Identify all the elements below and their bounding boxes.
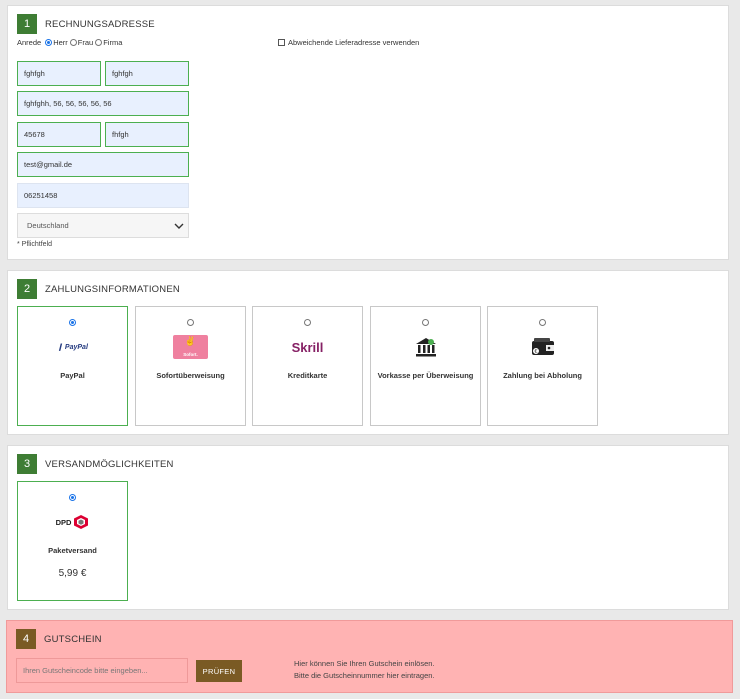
paypal-logo-text: PayPal [64, 344, 88, 351]
payment-label: Zahlung bei Abholung [503, 371, 582, 380]
country-value: Deutschland [27, 221, 69, 230]
step-number: 2 [17, 279, 37, 299]
payment-radio[interactable] [421, 319, 429, 326]
payment-option-sofort[interactable]: ✌ Sofort. Sofortüberweisung [135, 306, 246, 426]
skrill-logo: Skrill [253, 335, 362, 359]
alt-delivery-label: Abweichende Lieferadresse verwenden [288, 38, 420, 47]
skrill-logo-text: Skrill [291, 339, 324, 355]
section-title: RECHNUNGSADRESSE [45, 19, 155, 30]
street-field[interactable]: fghfghh, 56, 56, 56, 56, 56 [17, 91, 189, 116]
alt-delivery-option[interactable]: Abweichende Lieferadresse verwenden [278, 38, 419, 47]
section-title: ZAHLUNGSINFORMATIONEN [45, 284, 180, 295]
payment-radio[interactable] [186, 319, 194, 326]
payment-option-kreditkarte[interactable]: Skrill Kreditkarte [252, 306, 363, 426]
check-coupon-button[interactable]: PRÜFEN [196, 660, 242, 682]
payment-radio[interactable] [68, 319, 76, 326]
payment-radio[interactable] [538, 319, 546, 326]
salutation-radio-frau[interactable] [69, 39, 77, 46]
dpd-logo-text: DPD [55, 517, 72, 527]
payment-radio[interactable] [303, 319, 311, 326]
payment-label: Sofortüberweisung [156, 371, 225, 380]
section-title: VERSANDMÖGLICHKEITEN [45, 459, 174, 470]
salutation-radio-firma[interactable] [95, 39, 103, 46]
dpd-logo: DPD [18, 510, 127, 534]
payment-option-abholung[interactable]: € Zahlung bei Abholung [487, 306, 598, 426]
section-title: GUTSCHEIN [44, 634, 102, 645]
payment-section: 2 ZAHLUNGSINFORMATIONEN ❙ PayPal PayPal … [7, 270, 729, 435]
shipping-section: 3 VERSANDMÖGLICHKEITEN DPD Paketversand … [7, 445, 729, 610]
step-number: 1 [17, 14, 37, 34]
salutation-option-frau: Frau [77, 38, 94, 47]
payment-label: PayPal [60, 371, 85, 380]
coupon-code-input[interactable]: Ihren Gutscheincode bitte eingeben... [16, 658, 188, 683]
salutation-radio-herr[interactable] [45, 39, 53, 46]
shipping-price: 5,99 € [58, 568, 87, 579]
required-note: * Pflichtfeld [17, 241, 53, 248]
payment-option-vorkasse[interactable]: Vorkasse per Überweisung [370, 306, 481, 426]
salutation-group: Anrede Herr Frau Firma [17, 38, 122, 47]
payment-label: Vorkasse per Überweisung [377, 371, 474, 380]
wallet-icon: € [531, 338, 554, 355]
shipping-radio[interactable] [68, 494, 76, 501]
coupon-hint: Hier können Sie Ihren Gutschein einlösen… [294, 658, 435, 682]
shipping-label: Paketversand [48, 546, 97, 555]
salutation-option-firma: Firma [103, 38, 123, 47]
paypal-logo: ❙ PayPal [57, 344, 88, 351]
payment-option-paypal[interactable]: ❙ PayPal PayPal [17, 306, 128, 426]
phone-field[interactable]: 06251458 [17, 183, 189, 208]
salutation-option-herr: Herr [53, 38, 68, 47]
city-field[interactable]: fhfgh [105, 122, 189, 147]
sofort-hand-icon: ✌ [184, 336, 197, 346]
country-select[interactable]: Deutschland [17, 213, 189, 238]
billing-section: 1 RECHNUNGSADRESSE Anrede Herr Frau Firm… [7, 5, 729, 260]
first-name-field[interactable]: fghfgh [17, 61, 101, 86]
step-number: 4 [16, 629, 36, 649]
dpd-cube-icon [74, 515, 89, 529]
salutation-label: Anrede [17, 38, 42, 47]
payment-label: Kreditkarte [287, 371, 328, 380]
coupon-hint-line: Hier können Sie Ihren Gutschein einlösen… [294, 659, 435, 668]
bank-icon [415, 338, 436, 357]
alt-delivery-checkbox[interactable] [278, 39, 285, 46]
coupon-section: 4 GUTSCHEIN Ihren Gutscheincode bitte ei… [6, 620, 733, 693]
sofort-logo: ✌ Sofort. [136, 335, 245, 359]
email-field[interactable]: test@gmail.de [17, 152, 189, 177]
shipping-option-paketversand[interactable]: DPD Paketversand 5,99 € [17, 481, 128, 601]
zip-field[interactable]: 45678 [17, 122, 101, 147]
sofort-logo-text: Sofort. [183, 352, 198, 357]
svg-text:€: € [534, 349, 537, 355]
chevron-down-icon [174, 223, 184, 229]
coupon-hint-line: Bitte die Gutscheinnummer hier eintragen… [294, 671, 435, 680]
last-name-field[interactable]: fghfgh [105, 61, 189, 86]
step-number: 3 [17, 454, 37, 474]
